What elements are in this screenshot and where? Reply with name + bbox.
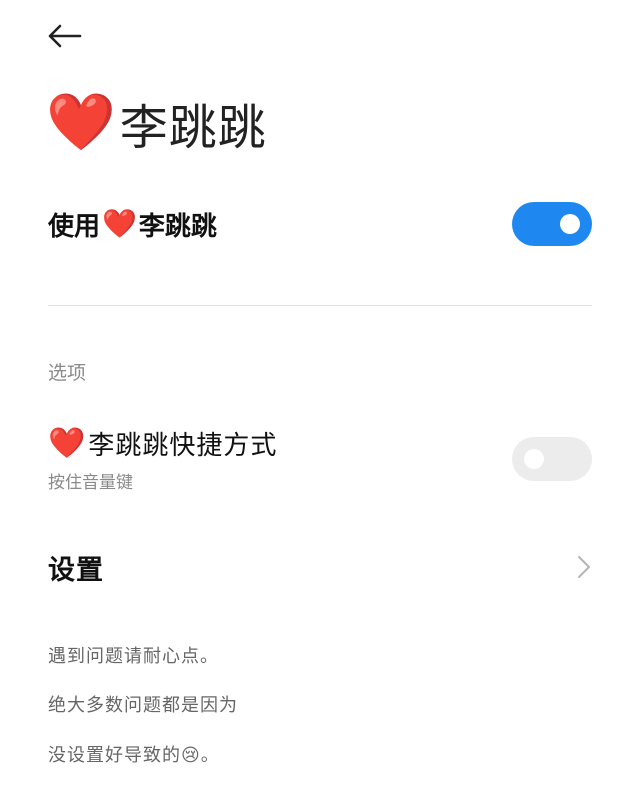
heart-icon: ❤️ [48, 425, 87, 461]
enable-label-suffix: 李跳跳 [138, 211, 217, 242]
toggle-knob [524, 449, 544, 469]
toggle-knob [560, 214, 580, 234]
chevron-right-icon [578, 556, 590, 578]
shortcut-toggle[interactable] [512, 437, 592, 481]
enable-label-prefix: 使用 [48, 211, 101, 242]
back-button[interactable] [46, 16, 94, 56]
shortcut-row[interactable]: ❤️ 李跳跳快捷方式 按住音量键 [48, 424, 592, 494]
shortcut-text: ❤️ 李跳跳快捷方式 按住音量键 [48, 425, 277, 493]
arrow-left-icon [48, 24, 82, 48]
page-header: ❤️ 李跳跳 [46, 88, 267, 158]
shortcut-subtitle: 按住音量键 [48, 473, 133, 493]
heart-icon: ❤️ [46, 90, 116, 155]
page-title: 李跳跳 [119, 100, 267, 156]
enable-toggle[interactable] [512, 202, 592, 246]
heart-icon: ❤️ [102, 207, 137, 240]
note-line: 没设置好导致的😢。 [48, 745, 220, 766]
note-line: 绝大多数问题都是因为 [48, 695, 238, 716]
divider [48, 305, 592, 306]
section-label-options: 选项 [48, 362, 87, 384]
shortcut-title-text: 李跳跳快捷方式 [88, 431, 278, 461]
shortcut-title: ❤️ 李跳跳快捷方式 [48, 425, 277, 462]
enable-row[interactable]: 使用 ❤️ 李跳跳 [48, 196, 592, 252]
note-line: 遇到问题请耐心点。 [48, 646, 219, 667]
enable-label: 使用 ❤️ 李跳跳 [48, 206, 217, 243]
settings-row[interactable]: 设置 [48, 540, 592, 594]
settings-label: 设置 [48, 554, 104, 586]
